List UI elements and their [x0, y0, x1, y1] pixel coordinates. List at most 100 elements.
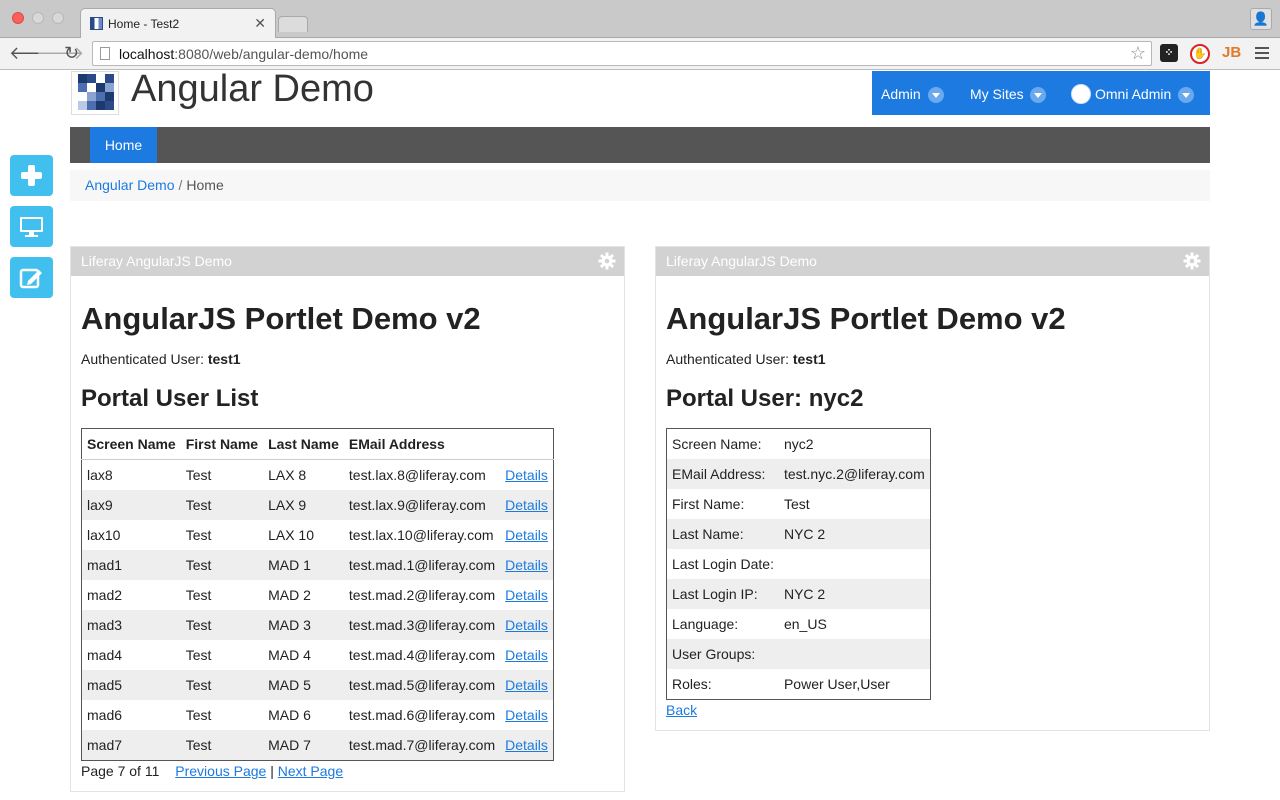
details-link[interactable]: Details	[505, 677, 548, 693]
cell-screen-name: mad3	[81, 610, 181, 640]
logo-tile	[105, 74, 114, 83]
details-link[interactable]: Details	[505, 617, 548, 633]
nav-item-home[interactable]: Home	[90, 127, 157, 163]
table-row: lax10 Test LAX 10 test.lax.10@liferay.com De…	[81, 520, 554, 550]
column-header: EMail Address	[343, 428, 501, 460]
details-link[interactable]: Details	[505, 497, 548, 513]
detail-row: Last Login Date:	[666, 549, 931, 579]
pager-divider: |	[270, 763, 274, 779]
browser-menu-icon[interactable]	[1255, 47, 1269, 62]
window-close-button[interactable]	[12, 12, 24, 24]
next-page-link[interactable]: Next Page	[278, 763, 343, 779]
cell-screen-name: lax10	[81, 520, 181, 550]
cell-first-name: Test	[180, 580, 264, 610]
details-link[interactable]: Details	[505, 557, 548, 573]
back-link[interactable]: Back	[666, 702, 697, 718]
chevron-down-icon[interactable]	[1030, 87, 1046, 103]
add-button[interactable]	[10, 155, 53, 196]
portlet-header: Liferay AngularJS Demo	[71, 247, 624, 276]
detail-label: Last Name:	[666, 519, 779, 549]
detail-value	[778, 639, 931, 669]
url-text[interactable]: localhost:8080/web/angular-demo/home	[119, 46, 368, 62]
cell-last-name: MAD 1	[263, 550, 344, 580]
adblock-extension-icon[interactable]: ✋	[1190, 44, 1210, 64]
details-link[interactable]: Details	[505, 737, 548, 753]
jb-extension-icon[interactable]: JB	[1222, 44, 1241, 62]
main-navbar: Home	[70, 127, 1210, 163]
cell-action: Details	[500, 550, 554, 580]
logo-tile	[96, 101, 105, 110]
details-link[interactable]: Details	[505, 707, 548, 723]
avatar[interactable]	[1071, 84, 1091, 104]
detail-row: Last Login IP: NYC 2	[666, 579, 931, 609]
chevron-down-icon[interactable]	[1178, 87, 1194, 103]
logo-tile	[78, 83, 87, 92]
edit-button[interactable]	[10, 257, 53, 298]
logo-tile	[78, 101, 87, 110]
site-title[interactable]: Angular Demo	[131, 68, 374, 111]
cell-email: test.lax.10@liferay.com	[343, 520, 501, 550]
breadcrumb-link-root[interactable]: Angular Demo	[85, 177, 175, 193]
new-tab-button[interactable]	[278, 16, 308, 32]
details-link[interactable]: Details	[505, 647, 548, 663]
detail-value: en_US	[778, 609, 931, 639]
logo-tile	[105, 83, 114, 92]
profile-icon[interactable]: 👤	[1250, 8, 1272, 30]
cell-action: Details	[500, 459, 554, 490]
blackberry-extension-icon[interactable]: ⁘	[1160, 44, 1178, 62]
breadcrumb-separator: /	[178, 177, 183, 193]
logo-tile	[105, 101, 114, 110]
logo-tile	[96, 92, 105, 101]
detail-row: EMail Address: test.nyc.2@liferay.com	[666, 459, 931, 489]
admin-menu[interactable]: Admin	[881, 86, 921, 102]
window-zoom-button[interactable]	[52, 12, 64, 24]
table-row: mad5 Test MAD 5 test.mad.5@liferay.com Detai…	[81, 670, 554, 700]
detail-value: Power User,User	[778, 669, 931, 700]
chevron-down-icon[interactable]	[928, 87, 944, 103]
reload-icon[interactable]: ↻	[64, 43, 79, 63]
details-link[interactable]: Details	[505, 467, 548, 483]
cell-screen-name: mad2	[81, 580, 181, 610]
user-list-portlet: Liferay AngularJS Demo AngularJS Portlet…	[70, 246, 625, 792]
table-row: mad3 Test MAD 3 test.mad.3@liferay.com Detai…	[81, 610, 554, 640]
details-link[interactable]: Details	[505, 527, 548, 543]
edit-icon	[19, 268, 42, 289]
cell-screen-name: mad7	[81, 730, 181, 761]
add-icon	[21, 165, 42, 186]
user-detail-portlet: Liferay AngularJS Demo AngularJS Portlet…	[655, 246, 1210, 731]
cell-action: Details	[500, 490, 554, 520]
preview-button[interactable]	[10, 206, 53, 247]
detail-label: Roles:	[666, 669, 779, 700]
cell-screen-name: lax9	[81, 490, 181, 520]
cell-last-name: MAD 3	[263, 610, 344, 640]
my-sites-menu[interactable]: My Sites	[970, 86, 1024, 102]
table-row: mad7 Test MAD 7 test.mad.7@liferay.com Detai…	[81, 730, 554, 761]
tab-close-icon[interactable]: ✕	[254, 15, 266, 32]
logo-tile	[87, 83, 96, 92]
authenticated-user: Authenticated User: test1	[81, 351, 241, 367]
detail-value: test.nyc.2@liferay.com	[778, 459, 931, 489]
pager: Page 7 of 11 Previous Page | Next Page	[81, 763, 343, 779]
cell-email: test.mad.7@liferay.com	[343, 730, 501, 761]
address-bar[interactable]: localhost:8080/web/angular-demo/home ☆	[92, 41, 1152, 66]
cell-action: Details	[500, 580, 554, 610]
cell-email: test.lax.8@liferay.com	[343, 459, 501, 490]
detail-label: First Name:	[666, 489, 779, 519]
previous-page-link[interactable]: Previous Page	[175, 763, 266, 779]
table-row: mad6 Test MAD 6 test.mad.6@liferay.com Detai…	[81, 700, 554, 730]
user-menu[interactable]: Omni Admin	[1095, 86, 1171, 102]
details-link[interactable]: Details	[505, 587, 548, 603]
detail-value: Test	[778, 489, 931, 519]
cell-action: Details	[500, 520, 554, 550]
breadcrumb-current: Home	[186, 177, 224, 193]
logo-tile	[105, 92, 114, 101]
window-minimize-button[interactable]	[32, 12, 44, 24]
browser-tab[interactable]: Home - Test2 ✕	[80, 8, 276, 38]
site-logo[interactable]	[71, 71, 119, 115]
gear-icon[interactable]	[598, 252, 616, 270]
section-title: Portal User List	[81, 385, 259, 412]
detail-label: Last Login IP:	[666, 579, 779, 609]
bookmark-star-icon[interactable]: ☆	[1130, 43, 1146, 64]
table-row: mad2 Test MAD 2 test.mad.2@liferay.com Detai…	[81, 580, 554, 610]
gear-icon[interactable]	[1183, 252, 1201, 270]
